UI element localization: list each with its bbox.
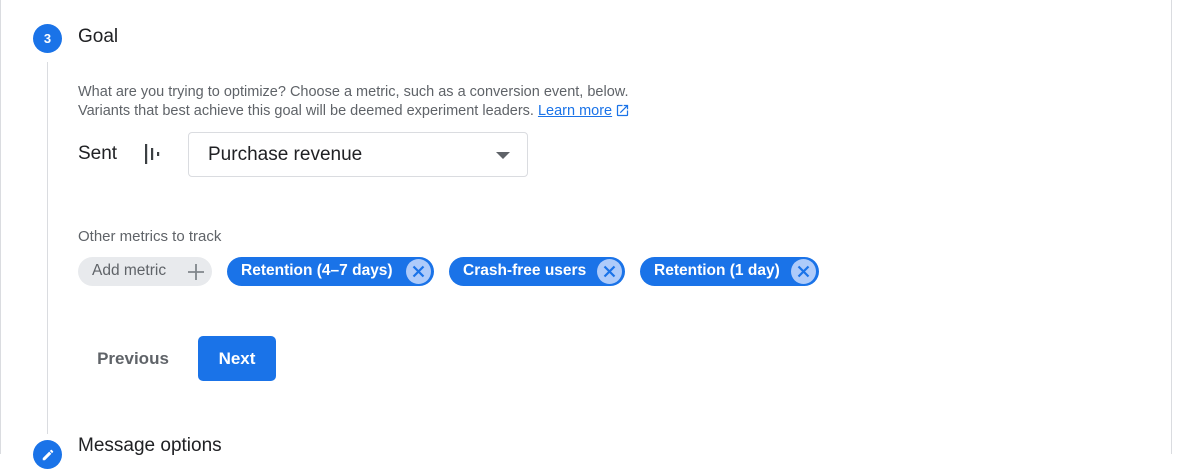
next-button[interactable]: Next xyxy=(198,336,276,381)
external-link-icon xyxy=(617,104,629,117)
remove-metric-button[interactable] xyxy=(791,259,816,284)
sent-label: Sent xyxy=(78,143,118,164)
step-number-badge: 3 xyxy=(33,24,62,53)
goal-metric-select[interactable]: Purchase revenue xyxy=(188,132,528,177)
learn-more-link[interactable]: Learn more xyxy=(538,103,630,119)
close-icon xyxy=(412,265,425,278)
step-edit-badge xyxy=(33,440,62,469)
metric-chip-label: Retention (4–7 days) xyxy=(241,262,393,279)
event-bars-icon xyxy=(145,144,160,164)
plus-icon xyxy=(188,264,204,280)
goal-step-card: 3 Goal What are you trying to optimize? … xyxy=(0,0,1172,469)
remove-metric-button[interactable] xyxy=(597,259,622,284)
add-metric-label: Add metric xyxy=(92,262,167,279)
caret-down-icon xyxy=(496,152,510,159)
metric-chip-label: Retention (1 day) xyxy=(654,262,780,279)
previous-button[interactable]: Previous xyxy=(78,336,188,381)
description-line-1: What are you trying to optimize? Choose … xyxy=(78,84,629,100)
learn-more-label: Learn more xyxy=(537,103,613,119)
close-icon xyxy=(797,265,810,278)
selected-metric: Purchase revenue xyxy=(208,144,363,165)
close-icon xyxy=(603,265,616,278)
description-line-2: Variants that best achieve this goal wil… xyxy=(78,102,798,121)
edit-icon xyxy=(42,449,53,460)
remove-metric-button[interactable] xyxy=(406,259,431,284)
step-connector-line xyxy=(47,62,48,434)
metric-chip: Retention (1 day) xyxy=(640,257,819,286)
step-title: Goal xyxy=(78,26,119,47)
goal-description: What are you trying to optimize? Choose … xyxy=(78,83,798,121)
metric-chip-label: Crash-free users xyxy=(463,262,587,279)
metric-chip: Retention (4–7 days) xyxy=(227,257,434,286)
description-text: Variants that best achieve this goal wil… xyxy=(78,103,534,119)
metric-chip: Crash-free users xyxy=(449,257,625,286)
other-metrics-label: Other metrics to track xyxy=(78,228,222,245)
add-metric-button[interactable]: Add metric xyxy=(78,257,212,286)
